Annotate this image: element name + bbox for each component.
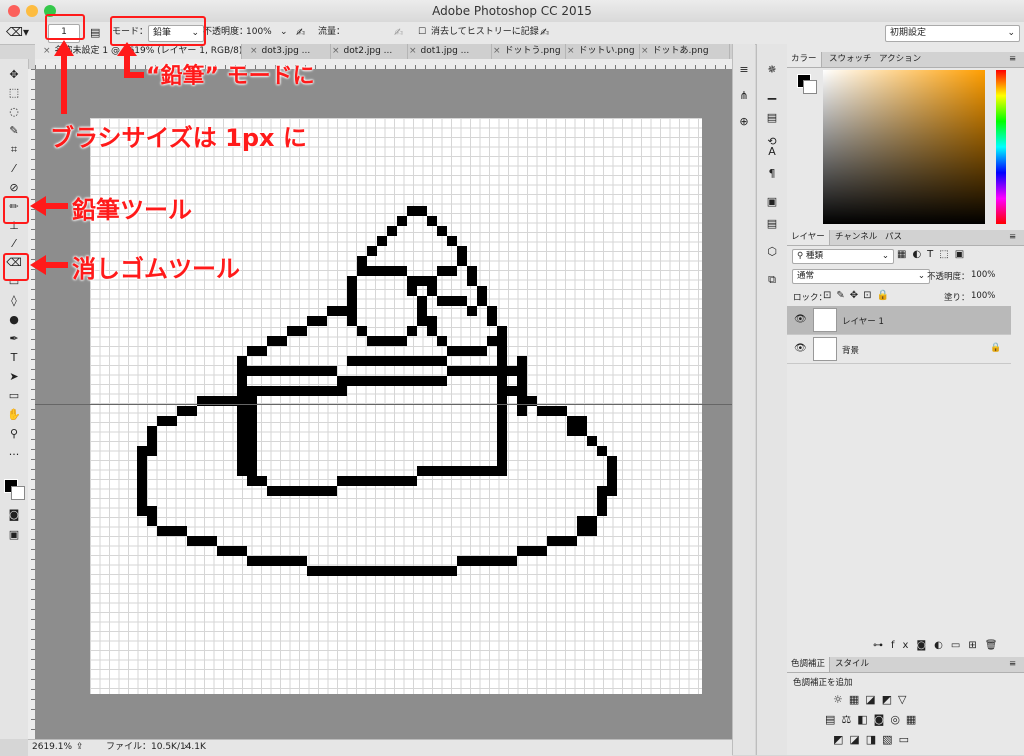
annotation-brush-size: ブラシサイズは 1px に <box>50 124 307 152</box>
annotation-pencil-tool: 鉛筆ツール <box>72 196 192 224</box>
annotation-arrows <box>30 40 144 275</box>
annotation-eraser-tool: 消しゴムツール <box>72 255 240 283</box>
annotation-pencil-mode: “鉛筆” モードに <box>146 64 315 89</box>
